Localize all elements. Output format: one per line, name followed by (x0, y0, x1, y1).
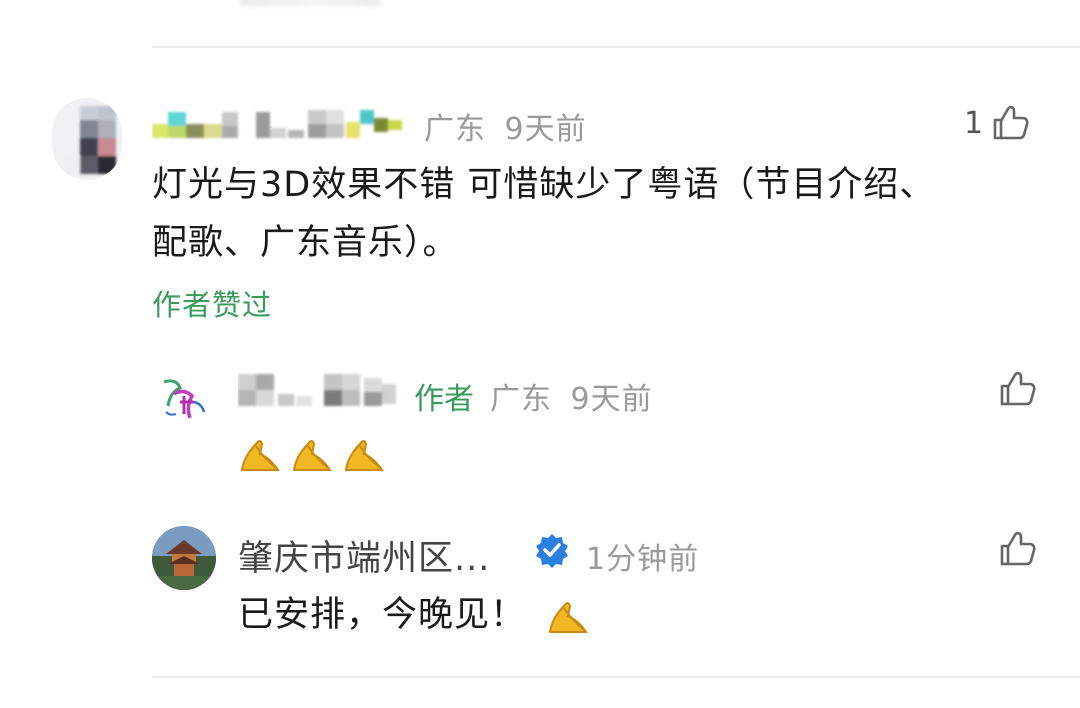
verified-badge-icon (534, 532, 570, 572)
pray-hands-icon (292, 440, 332, 471)
pray-hands-icon (344, 440, 384, 471)
reply-2-like-button[interactable] (998, 530, 1036, 568)
divider-bottom (152, 676, 1080, 678)
username-blurred-2[interactable] (238, 370, 402, 410)
official-account-avatar[interactable] (152, 526, 216, 590)
thumbs-up-icon (1000, 371, 1036, 406)
comment-1-like-button[interactable]: 1 (964, 104, 1029, 142)
comment-1-text: 灯光与3D效果不错 可惜缺少了粤语（节目介绍、 配歌、广东音乐）。 (152, 156, 1052, 272)
avatar-blurred[interactable] (52, 98, 122, 180)
reply-1-meta: 广东 9天前 (490, 374, 653, 418)
official-account-name[interactable]: 肇庆市端州区... (238, 530, 490, 581)
reply-1-location: 广东 (490, 382, 552, 417)
username-pixel-icon (238, 374, 396, 406)
pray-hands-icon (548, 602, 588, 633)
author-avatar[interactable] (158, 372, 212, 426)
username-pixel-icon (152, 110, 402, 138)
comment-1-meta: 广东 9天前 (424, 104, 587, 148)
avatar-pixel-icon (62, 106, 116, 174)
divider-top (152, 46, 1080, 48)
pray-hands-icon (240, 440, 280, 471)
reply-1-emoji-row (238, 432, 388, 474)
reply-2-text-row: 已安排，今晚见！ (238, 586, 592, 644)
thumbs-up-icon (1000, 531, 1036, 566)
reply-1-time: 9天前 (570, 382, 653, 417)
username-blurred-1[interactable] (152, 104, 412, 144)
comment-1-location: 广东 (424, 112, 486, 147)
reply-2-text: 已安排，今晚见！ (238, 595, 527, 635)
reply-2-time: 1分钟前 (586, 542, 700, 577)
calligraphy-logo-icon (163, 379, 206, 419)
pavilion-photo-icon (152, 526, 216, 590)
thumbs-up-icon (993, 105, 1029, 140)
reply-1-like-button[interactable] (998, 370, 1036, 408)
comment-1-text-line1: 灯光与3D效果不错 可惜缺少了粤语（节目介绍、 (152, 165, 936, 205)
comment-1-text-line2: 配歌、广东音乐）。 (152, 223, 459, 263)
author-tag: 作者 (414, 382, 474, 417)
comment-1-like-count: 1 (964, 105, 984, 141)
liked-by-author-label: 作者赞过 (152, 288, 273, 322)
comment-1-time: 9天前 (504, 112, 587, 147)
previous-comment-remnant (240, 0, 380, 6)
